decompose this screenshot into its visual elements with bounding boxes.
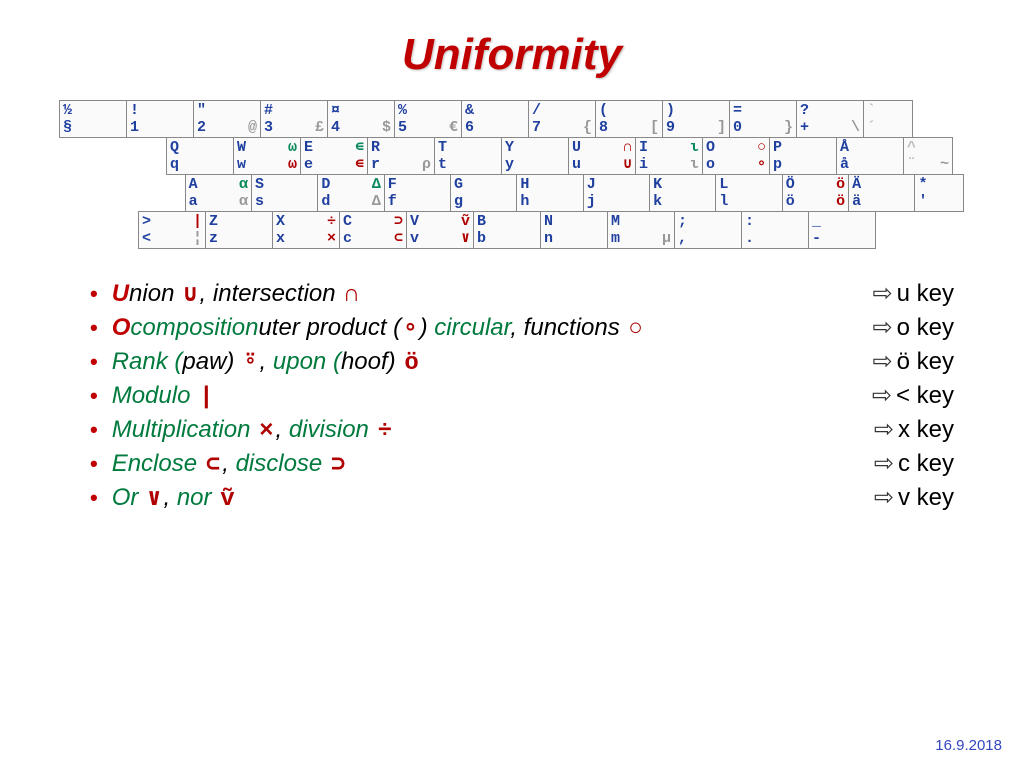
- bullet-item: Multiplication ×, division ÷⇨x key: [90, 415, 954, 445]
- footer-date: 16.9.2018: [935, 737, 1002, 754]
- key-7: /7{: [528, 100, 596, 138]
- key-o: O○o∘: [702, 137, 770, 175]
- key-0: =0}: [729, 100, 797, 138]
- key-x: :.: [741, 211, 809, 249]
- key-m: Mmμ: [607, 211, 675, 249]
- key-b: Bb: [473, 211, 541, 249]
- key-x: ½§: [59, 100, 127, 138]
- key-9: )9]: [662, 100, 730, 138]
- key-spacer: [59, 211, 139, 249]
- key-x: >|<¦: [138, 211, 206, 249]
- key-3: #3£: [260, 100, 328, 138]
- key-x: ;,: [674, 211, 742, 249]
- key-u: U∩u∪: [568, 137, 636, 175]
- key-x: ^¨~: [903, 137, 953, 175]
- bullet-item: Ocompositionuter product (∘) circular, f…: [90, 313, 954, 343]
- key-spacer: [59, 137, 167, 175]
- key-s: Ss: [251, 174, 318, 212]
- key-d: D∆d∆: [317, 174, 384, 212]
- key-c: C⊃c⊂: [339, 211, 407, 249]
- key-f: Ff: [384, 174, 451, 212]
- key-j: Jj: [583, 174, 650, 212]
- key-1: !1: [126, 100, 194, 138]
- key-x: Åå: [836, 137, 904, 175]
- key-x: `´: [863, 100, 913, 138]
- bullet-item: Rank (paw) ⍤, upon (hoof) ö⇨ö key: [90, 347, 954, 377]
- key-k: Kk: [649, 174, 716, 212]
- key-z: Zz: [205, 211, 273, 249]
- key-x: Öööö: [782, 174, 849, 212]
- key-x: X÷x×: [272, 211, 340, 249]
- key-y: Yy: [501, 137, 569, 175]
- key-h: Hh: [516, 174, 583, 212]
- key-a: Aαaα: [185, 174, 252, 212]
- key-x: ?+\: [796, 100, 864, 138]
- key-t: Tt: [434, 137, 502, 175]
- key-2: "2@: [193, 100, 261, 138]
- key-x: Ää: [848, 174, 915, 212]
- bullet-list: Union ∪, intersection ∩⇨u key Ocompositio…: [60, 279, 964, 513]
- key-l: Ll: [715, 174, 782, 212]
- key-p: Pp: [769, 137, 837, 175]
- key-e: E∊e∊: [300, 137, 368, 175]
- key-r: Rrρ: [367, 137, 435, 175]
- key-8: (8[: [595, 100, 663, 138]
- key-6: &6: [461, 100, 529, 138]
- keyboard-layout: ½§!1"2@#3£¤4$%5€&6/7{(8[)9]=0}?+\`´ QqWωw…: [60, 100, 964, 249]
- bullet-item: Enclose ⊂, disclose ⊃⇨c key: [90, 449, 954, 479]
- key-x: _-: [808, 211, 876, 249]
- key-4: ¤4$: [327, 100, 395, 138]
- key-g: Gg: [450, 174, 517, 212]
- key-5: %5€: [394, 100, 462, 138]
- bullet-item: Union ∪, intersection ∩⇨u key: [90, 279, 954, 309]
- key-i: Iιiι: [635, 137, 703, 175]
- key-q: Qq: [166, 137, 234, 175]
- key-v: Vṽv∨: [406, 211, 474, 249]
- bullet-item: Or ∨, nor ṽ⇨v key: [90, 483, 954, 513]
- bullet-item: Modulo |⇨< key: [90, 381, 954, 411]
- key-w: Wωwω: [233, 137, 301, 175]
- key-n: Nn: [540, 211, 608, 249]
- page-title: Uniformity: [60, 30, 964, 80]
- key-spacer: [59, 174, 186, 212]
- key-x: *': [914, 174, 964, 212]
